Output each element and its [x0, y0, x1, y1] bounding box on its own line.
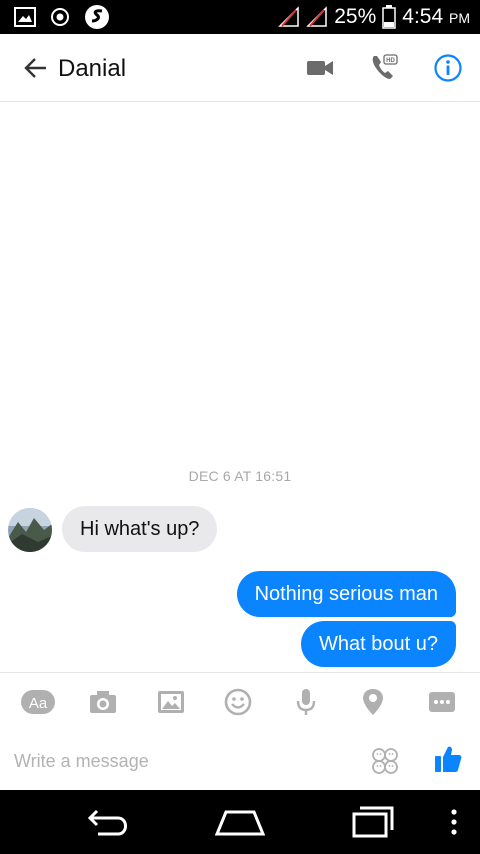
- contact-avatar[interactable]: [8, 508, 52, 552]
- image-notification-icon: [14, 7, 36, 27]
- back-arrow-icon[interactable]: [22, 54, 50, 82]
- system-nav-bar: [0, 790, 480, 854]
- message-text: What bout u?: [319, 632, 438, 655]
- nav-menu-icon[interactable]: [448, 804, 460, 840]
- stickers-icon[interactable]: [370, 746, 400, 776]
- location-icon[interactable]: [357, 686, 389, 718]
- battery-icon: [382, 5, 397, 29]
- messenger-screen: 25% 4:54 PM Danial HD DEC 6 AT 16:51 Hi …: [0, 0, 480, 854]
- message-input[interactable]: [14, 746, 344, 776]
- composer-toolbar: Aa: [0, 680, 480, 724]
- info-icon[interactable]: [432, 52, 464, 84]
- message-input-row: [0, 734, 480, 788]
- message-text: Nothing serious man: [254, 582, 438, 605]
- outgoing-message-bubble[interactable]: Nothing serious man: [236, 571, 456, 617]
- nav-back-icon[interactable]: [84, 804, 132, 840]
- battery-percent: 25%: [334, 5, 377, 28]
- nav-home-icon[interactable]: [214, 804, 266, 840]
- signal-icon-sim2: [306, 6, 327, 27]
- conversation-header: Danial HD: [0, 34, 480, 102]
- text-format-icon[interactable]: Aa: [20, 686, 55, 718]
- clock: 4:54 PM: [402, 5, 470, 29]
- clock-ampm: PM: [449, 10, 470, 26]
- signal-icon-sim1: [278, 6, 299, 27]
- clock-time: 4:54: [402, 5, 444, 28]
- more-icon[interactable]: [426, 686, 458, 718]
- microphone-icon[interactable]: [290, 686, 322, 718]
- gallery-icon[interactable]: [155, 686, 187, 718]
- status-bar: 25% 4:54 PM: [0, 0, 480, 34]
- app-notification-icon: [85, 5, 109, 29]
- message-text: Hi what's up?: [80, 517, 200, 540]
- hd-phone-icon[interactable]: HD: [368, 52, 400, 84]
- nav-recents-icon[interactable]: [350, 804, 398, 840]
- outgoing-message-bubble[interactable]: What bout u?: [301, 621, 456, 667]
- date-separator: DEC 6 AT 16:51: [188, 468, 292, 484]
- text-format-label: Aa: [29, 695, 48, 712]
- video-call-icon[interactable]: [304, 52, 336, 84]
- camera-icon[interactable]: [87, 686, 119, 718]
- svg-text:HD: HD: [386, 58, 395, 64]
- emoji-icon[interactable]: [222, 686, 254, 718]
- contact-name[interactable]: Danial: [58, 55, 126, 83]
- incoming-message-bubble[interactable]: Hi what's up?: [62, 506, 218, 552]
- composer-divider: [0, 672, 480, 673]
- like-thumb-icon[interactable]: [432, 743, 464, 775]
- record-notification-icon: [51, 8, 69, 26]
